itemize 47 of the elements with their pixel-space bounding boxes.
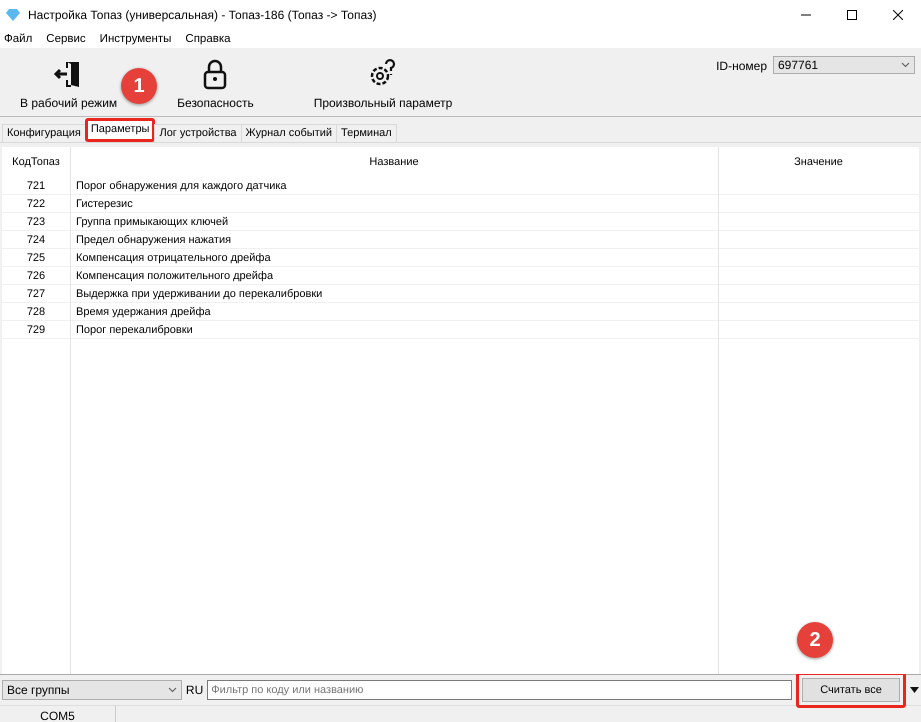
tab[interactable]: Конфигурация <box>2 124 86 142</box>
table-cell: 722 <box>2 195 70 213</box>
table-cell: Гистерезис <box>70 195 718 213</box>
close-icon <box>893 10 903 20</box>
table-cell: Время удержания дрейфа <box>70 303 718 321</box>
table-cell: Порог обнаружения для каждого датчика <box>70 177 718 195</box>
menu-item[interactable]: Сервис <box>46 33 86 45</box>
table-cell: 727 <box>2 285 70 303</box>
table-cell: 728 <box>2 303 70 321</box>
table-cell: 729 <box>2 321 70 339</box>
table-cell: Группа примыкающих ключей <box>70 213 718 231</box>
tab[interactable]: Лог устройства <box>154 124 242 142</box>
toolbar-button[interactable]: Безопасность <box>171 48 260 116</box>
step-badge: 1 <box>121 68 157 104</box>
table-cell: 726 <box>2 267 70 285</box>
chevron-icon <box>901 62 910 68</box>
window-title: Настройка Топаз (универсальная) - Топаз-186 (Топаз -> Топаз) <box>28 8 378 22</box>
menu-item[interactable]: Инструменты <box>100 33 172 45</box>
toolbar-button[interactable]: Произвольный параметр <box>308 48 458 116</box>
table-cell: 721 <box>2 177 70 195</box>
menu-item[interactable]: Справка <box>185 33 231 45</box>
read-all-button[interactable]: Считать все <box>802 678 900 702</box>
group-dropdown[interactable]: Все группы <box>2 680 182 700</box>
table-cell: Компенсация положительного дрейфа <box>70 267 718 285</box>
dropdown-arrow-icon[interactable] <box>910 687 920 693</box>
port-status: COM5 <box>0 706 116 722</box>
table-cell: 725 <box>2 249 70 267</box>
maximize-icon <box>847 10 857 20</box>
table-cell: 723 <box>2 213 70 231</box>
chevron-icon <box>168 687 177 693</box>
tab[interactable]: Параметры <box>84 118 156 142</box>
menu-item[interactable]: Файл <box>4 33 32 45</box>
gem-icon <box>6 9 20 21</box>
id-label: ID-номер <box>716 59 767 73</box>
language-label: RU <box>186 683 204 697</box>
toolbar-button[interactable]: В рабочий режим <box>14 48 124 116</box>
table-cell: 724 <box>2 231 70 249</box>
table-cell: Предел обнаружения нажатия <box>70 231 718 249</box>
column-header: Значение <box>793 155 844 170</box>
table-cell: Порог перекалибровки <box>70 321 718 339</box>
column-header: Название <box>368 155 420 170</box>
column-header: КодТопаз <box>11 155 61 170</box>
table-cell: Выдержка при удерживании до перекалибровки <box>70 285 718 303</box>
id-dropdown[interactable]: 697761 <box>773 56 915 74</box>
filter-field[interactable]: Фильтр по коду или названию <box>207 680 792 700</box>
table-cell: Компенсация отрицательного дрейфа <box>70 249 718 267</box>
tab[interactable]: Терминал <box>336 124 397 142</box>
